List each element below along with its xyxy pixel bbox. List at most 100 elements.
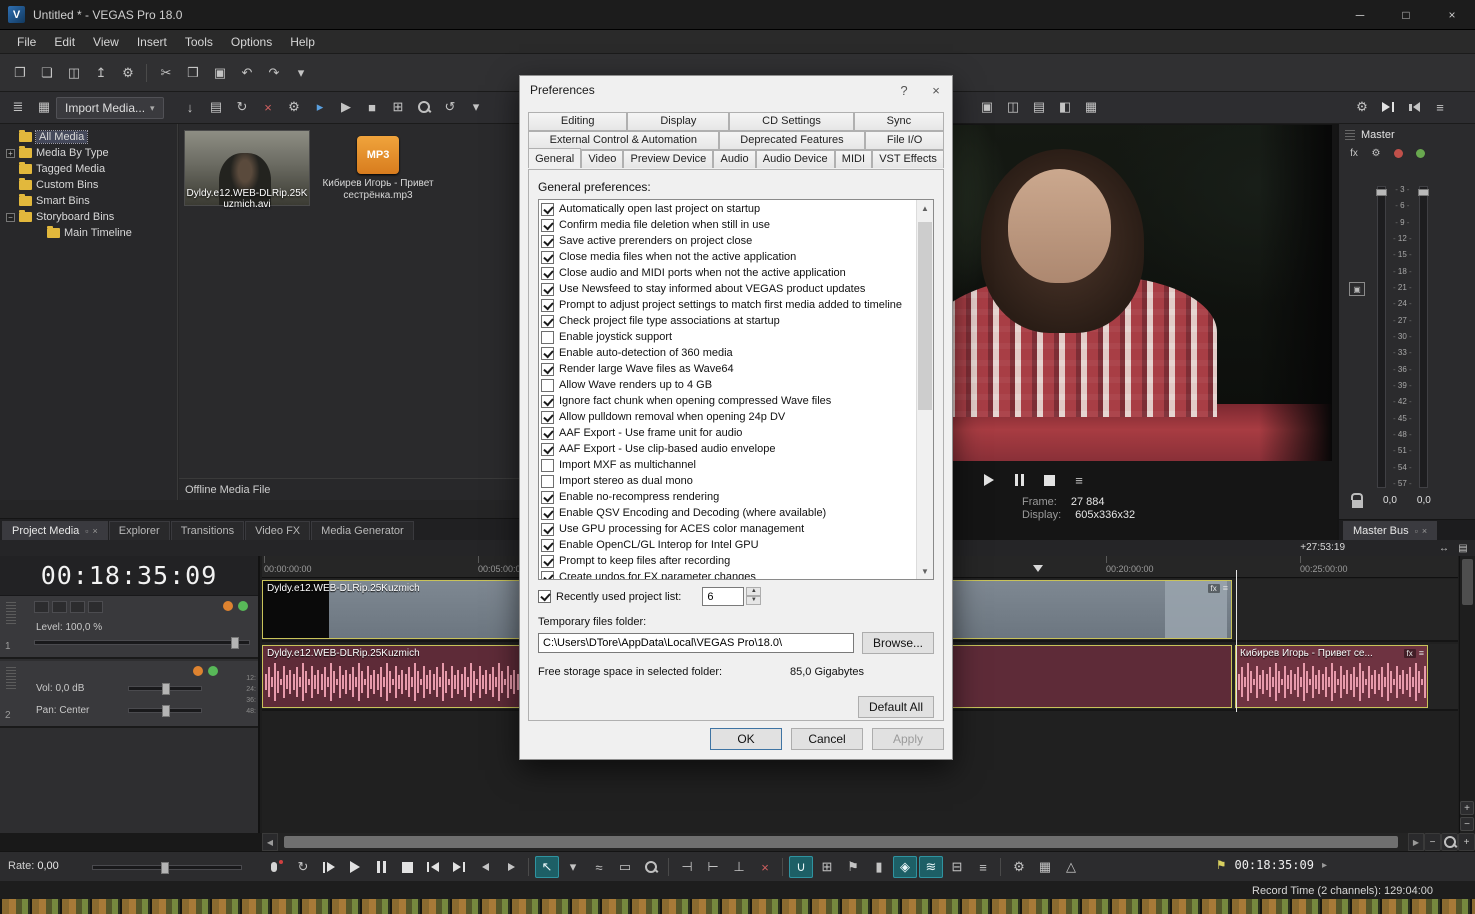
- zoom-in-button[interactable]: +: [1458, 833, 1475, 851]
- preference-option[interactable]: Confirm media file deletion when still i…: [541, 217, 915, 233]
- zoom-edit-tool-button[interactable]: [639, 856, 663, 878]
- scrollbar-track[interactable]: [278, 833, 1408, 851]
- preference-option[interactable]: Render large Wave files as Wave64: [541, 361, 915, 377]
- play-from-start-button[interactable]: [317, 856, 341, 878]
- tree-item[interactable]: Tagged Media: [0, 161, 177, 177]
- maximize-button[interactable]: □: [1383, 0, 1429, 29]
- pref-tab[interactable]: MIDI: [834, 150, 873, 168]
- checkbox[interactable]: [541, 522, 554, 536]
- ruler-marker-icon[interactable]: [1033, 565, 1043, 572]
- preference-option[interactable]: Prompt to adjust project settings to mat…: [541, 297, 915, 313]
- transport-time-display[interactable]: 00:18:35:09: [1234, 858, 1313, 872]
- checkbox[interactable]: [541, 266, 554, 280]
- menu-item[interactable]: Tools: [176, 32, 222, 52]
- apply-button[interactable]: Apply: [872, 728, 944, 750]
- default-all-button[interactable]: Default All: [857, 696, 934, 718]
- preview-autoplay-button[interactable]: ▸: [308, 96, 332, 118]
- drag-grip-icon[interactable]: [1345, 130, 1355, 140]
- publish-project-button[interactable]: ↥: [89, 62, 113, 84]
- track-fx-button[interactable]: [70, 601, 85, 613]
- track-header-2[interactable]: Vol: 0,0 dB Pan: Center 12: 24: 36: 48: 2: [0, 661, 258, 728]
- preference-option[interactable]: Automatically open last project on start…: [541, 201, 915, 217]
- preference-option[interactable]: Close media files when not the active ap…: [541, 249, 915, 265]
- selection-edit-tool-button[interactable]: ▭: [613, 856, 637, 878]
- checkbox[interactable]: [541, 490, 554, 504]
- checkbox[interactable]: [541, 298, 554, 312]
- mixer-properties-button[interactable]: ⚙: [1350, 96, 1374, 118]
- recent-list-input[interactable]: [702, 587, 745, 606]
- pref-tab[interactable]: File I/O: [865, 131, 944, 150]
- split-screen-view-button[interactable]: ◧: [1053, 96, 1077, 118]
- go-to-end-button[interactable]: [447, 856, 471, 878]
- scroll-down-icon[interactable]: ▼: [917, 563, 933, 579]
- event-fx-icon[interactable]: fx: [1207, 583, 1220, 593]
- media-item-audio[interactable]: MP3 Кибирев Игорь - Привет сестрёнка.mp3: [315, 130, 441, 224]
- pref-tab[interactable]: Editing: [528, 112, 628, 131]
- go-to-start-button[interactable]: [421, 856, 445, 878]
- preference-option[interactable]: Import stereo as dual mono: [541, 473, 915, 489]
- trim-end-button[interactable]: ⊢: [701, 856, 725, 878]
- tree-item[interactable]: − Storyboard Bins: [0, 209, 177, 225]
- preference-option[interactable]: Save active prerenders on project close: [541, 233, 915, 249]
- preference-option[interactable]: Import MXF as multichannel: [541, 457, 915, 473]
- track-header-1[interactable]: Level: 100,0 % 1: [0, 596, 258, 659]
- preview-start-button[interactable]: ▶: [334, 96, 358, 118]
- fader-thumb[interactable]: [1376, 189, 1387, 196]
- fader-thumb[interactable]: [1417, 189, 1429, 196]
- docking-menu-button[interactable]: ≣: [6, 96, 30, 118]
- checkbox[interactable]: [541, 218, 554, 232]
- preference-option[interactable]: AAF Export - Use frame unit for audio: [541, 425, 915, 441]
- track-automation-button[interactable]: [88, 601, 103, 613]
- close-icon[interactable]: ×: [1422, 526, 1427, 536]
- slider-thumb[interactable]: [161, 862, 169, 874]
- recent-list-checkbox[interactable]: [538, 590, 551, 603]
- master-fader-right[interactable]: [1417, 186, 1429, 488]
- downmix-output-button[interactable]: ▣: [1349, 282, 1365, 296]
- tree-expander-icon[interactable]: [6, 181, 15, 190]
- dock-tab[interactable]: Project Media ▫ ×: [2, 521, 108, 540]
- checkbox[interactable]: [541, 458, 554, 472]
- copy-snapshot-button[interactable]: ▣: [975, 96, 999, 118]
- checkbox[interactable]: [541, 330, 554, 344]
- preference-option[interactable]: Enable auto-detection of 360 media: [541, 345, 915, 361]
- timeline-vertical-scrollbar[interactable]: [1459, 556, 1475, 833]
- help-button[interactable]: ?: [888, 76, 920, 104]
- checkbox[interactable]: [541, 442, 554, 456]
- auto-ripple-button[interactable]: ≋: [919, 856, 943, 878]
- media-item-video[interactable]: Dyldy.e12.WEB-DLRip.25Kuzmich.avi: [184, 130, 310, 224]
- normal-edit-tool-button[interactable]: ↖: [535, 856, 559, 878]
- pause-button[interactable]: [369, 856, 393, 878]
- save-snapshot-button[interactable]: ◫: [1001, 96, 1025, 118]
- edit-tool-dropdown[interactable]: ▾: [561, 856, 585, 878]
- slider-thumb[interactable]: [162, 683, 170, 695]
- timeline-time-display[interactable]: 00:18:35:09: [0, 556, 258, 596]
- master-fx-button[interactable]: fx: [1345, 145, 1363, 161]
- scrollbar-thumb[interactable]: [284, 836, 1398, 848]
- edit-cursor[interactable]: [1236, 570, 1237, 712]
- zoom-tool-button[interactable]: [1441, 833, 1458, 851]
- pref-tab[interactable]: Video: [581, 150, 624, 168]
- track-monitor-icon[interactable]: [208, 666, 218, 676]
- media-views-button[interactable]: ⊞: [386, 96, 410, 118]
- dock-tab[interactable]: Transitions ▫×: [170, 521, 245, 540]
- goto-end-button[interactable]: [1376, 96, 1400, 118]
- scroll-right-button[interactable]: ▶: [1408, 833, 1424, 851]
- spin-up-button[interactable]: ▲: [746, 587, 762, 596]
- checkbox[interactable]: [541, 426, 554, 440]
- new-project-button[interactable]: ❐: [8, 62, 32, 84]
- preference-option[interactable]: Enable QSV Encoding and Decoding (where …: [541, 505, 915, 521]
- tree-item[interactable]: + Media By Type: [0, 145, 177, 161]
- event-fx-icon[interactable]: fx: [1403, 648, 1416, 658]
- checkbox[interactable]: [541, 410, 554, 424]
- copy-button[interactable]: ❒: [181, 62, 205, 84]
- preview-stop-button[interactable]: ■: [360, 96, 384, 118]
- preference-option[interactable]: Ignore fact chunk when opening compresse…: [541, 393, 915, 409]
- pref-tab[interactable]: VST Effects: [872, 150, 944, 168]
- checkbox[interactable]: [541, 250, 554, 264]
- audio-event-clip-2[interactable]: Кибирев Игорь - Привет се... fx ≡: [1235, 645, 1428, 708]
- temp-folder-input[interactable]: [538, 633, 854, 653]
- checkbox[interactable]: [541, 474, 554, 488]
- float-icon[interactable]: ▫: [1415, 526, 1418, 536]
- lock-icon[interactable]: [1351, 493, 1363, 508]
- external-control-button[interactable]: ▦: [1033, 856, 1057, 878]
